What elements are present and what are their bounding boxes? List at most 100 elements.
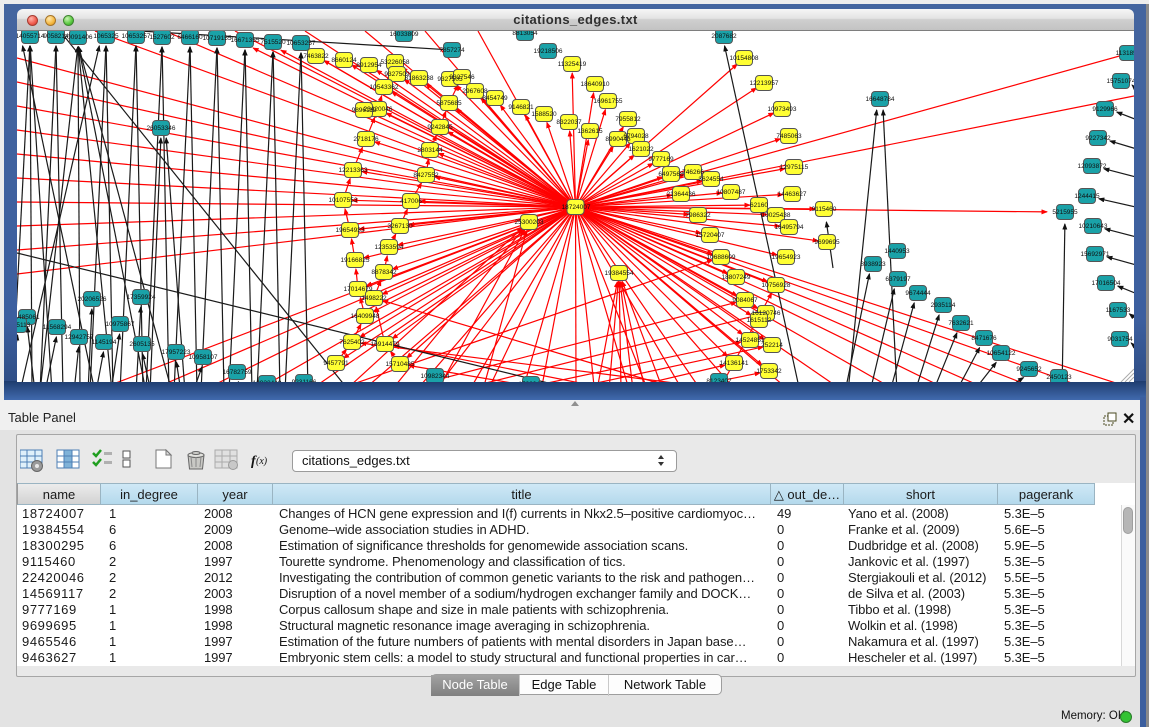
svg-text:9245652: 9245652 (1016, 366, 1042, 373)
svg-text:10958107: 10958107 (189, 354, 218, 361)
svg-text:8471676: 8471676 (971, 335, 997, 342)
svg-text:252214: 252214 (761, 342, 783, 349)
svg-text:16409948: 16409948 (351, 313, 380, 320)
svg-text:17016504: 17016504 (1092, 280, 1121, 287)
svg-text:6497568: 6497568 (658, 171, 684, 178)
svg-text:16782759: 16782759 (223, 369, 252, 376)
svg-text:20091406: 20091406 (64, 34, 93, 41)
svg-text:8938923: 8938923 (860, 261, 886, 268)
svg-text:10756928: 10756928 (762, 282, 791, 289)
svg-text:9242845: 9242845 (427, 124, 453, 131)
svg-text:7485063: 7485063 (776, 133, 802, 140)
svg-text:7986322: 7986322 (685, 212, 711, 219)
svg-text:10653257: 10653257 (122, 33, 151, 40)
svg-text:10973493: 10973493 (768, 106, 797, 113)
svg-text:1131854: 1131854 (1116, 50, 1134, 57)
svg-text:6466160: 6466160 (177, 34, 203, 41)
svg-text:5875685: 5875685 (436, 100, 462, 107)
svg-text:8660124: 8660124 (331, 57, 357, 64)
svg-text:2605135: 2605135 (129, 341, 155, 348)
svg-text:1527602: 1527602 (149, 34, 175, 41)
svg-text:15692971: 15692971 (1081, 251, 1110, 258)
svg-text:17957223: 17957223 (162, 349, 191, 356)
svg-text:12353594: 12353594 (375, 244, 404, 251)
svg-text:14055714: 14055714 (17, 33, 45, 40)
svg-text:16495794: 16495794 (775, 224, 804, 231)
svg-text:6379197: 6379197 (885, 276, 911, 283)
svg-text:19218506: 19218506 (534, 48, 563, 55)
svg-text:9896112: 9896112 (352, 107, 377, 114)
svg-text:2935114: 2935114 (931, 302, 956, 309)
svg-text:8454749: 8454749 (482, 95, 508, 102)
svg-text:9031754: 9031754 (1107, 336, 1133, 343)
svg-text:3267130: 3267130 (387, 223, 413, 230)
svg-text:10719155: 10719155 (203, 35, 232, 42)
svg-text:2087682: 2087682 (711, 33, 737, 40)
svg-text:17014679: 17014679 (344, 286, 373, 293)
svg-text:1588520: 1588520 (531, 111, 557, 118)
svg-text:9699695: 9699695 (814, 239, 840, 246)
svg-text:9084067: 9084067 (732, 297, 758, 304)
svg-text:26053346: 26053346 (147, 125, 176, 132)
svg-text:9674444: 9674444 (905, 290, 931, 297)
svg-text:5215955: 5215955 (1052, 209, 1078, 216)
svg-text:16033809: 16033809 (390, 31, 419, 38)
svg-text:1362615: 1362615 (577, 128, 603, 135)
svg-text:16671355: 16671355 (231, 37, 260, 44)
svg-text:9146821: 9146821 (508, 104, 534, 111)
svg-text:81863238: 81863238 (405, 75, 434, 82)
svg-text:1167533: 1167533 (1106, 307, 1131, 314)
svg-text:15710485: 15710485 (386, 361, 415, 368)
svg-text:20206526: 20206526 (78, 296, 107, 303)
svg-text:9115460: 9115460 (812, 206, 837, 213)
svg-text:9227342: 9227342 (1085, 135, 1111, 142)
svg-text:12213363: 12213363 (339, 167, 368, 174)
svg-text:16961755: 16961755 (594, 98, 623, 105)
svg-text:9457791: 9457791 (323, 360, 349, 367)
svg-text:3624554: 3624554 (698, 176, 724, 183)
svg-text:1615112: 1615112 (747, 317, 772, 324)
svg-text:14136141: 14136141 (720, 360, 749, 367)
svg-text:2967608: 2967608 (462, 88, 488, 95)
svg-text:10982344: 10982344 (421, 373, 450, 380)
svg-text:12975115: 12975115 (780, 164, 809, 171)
svg-text:15751074: 15751074 (1107, 78, 1134, 85)
svg-text:7632621: 7632621 (948, 320, 974, 327)
svg-text:17359924: 17359924 (127, 294, 156, 301)
svg-text:9777169: 9777169 (648, 156, 674, 163)
svg-text:10653257: 10653257 (287, 40, 316, 47)
svg-text:18807249: 18807249 (722, 274, 751, 281)
svg-text:12923448: 12923448 (253, 380, 282, 382)
svg-text:8912954: 8912954 (356, 62, 382, 69)
svg-text:12942757: 12942757 (65, 334, 94, 341)
svg-text:10543362: 10543362 (370, 84, 399, 91)
svg-text:8813054: 8813054 (512, 31, 538, 37)
svg-text:10154808: 10154808 (730, 55, 759, 62)
svg-text:7625402: 7625402 (339, 339, 365, 346)
svg-text:19654933: 19654933 (336, 227, 365, 234)
svg-text:53226058: 53226058 (381, 59, 410, 66)
svg-text:16120746: 16120746 (752, 310, 781, 317)
svg-text:8427552: 8427552 (413, 172, 439, 179)
svg-text:10975867: 10975867 (106, 321, 135, 328)
svg-text:1753342: 1753342 (756, 368, 782, 375)
svg-text:16648784: 16648784 (866, 96, 895, 103)
svg-text:1440953: 1440953 (884, 248, 910, 255)
svg-text:8878342: 8878342 (371, 269, 397, 276)
svg-text:10210643: 10210643 (1079, 223, 1108, 230)
svg-text:16914479: 16914479 (371, 341, 400, 348)
svg-text:2803144: 2803144 (417, 147, 443, 154)
svg-text:7463822: 7463822 (303, 53, 329, 60)
svg-text:2450123: 2450123 (1046, 374, 1072, 381)
svg-text:10688609: 10688609 (707, 254, 736, 261)
svg-text:2718176: 2718176 (353, 136, 379, 143)
svg-text:1145194: 1145194 (92, 339, 117, 346)
svg-text:21364436: 21364436 (667, 191, 696, 198)
svg-text:417006: 417006 (400, 198, 422, 205)
svg-text:14463627: 14463627 (778, 191, 807, 198)
svg-text:25300203: 25300203 (515, 219, 544, 226)
svg-text:11568294: 11568294 (43, 324, 72, 331)
svg-text:11325419: 11325419 (558, 61, 587, 68)
svg-text:10654122: 10654122 (987, 350, 1016, 357)
svg-text:7515520: 7515520 (260, 39, 286, 46)
